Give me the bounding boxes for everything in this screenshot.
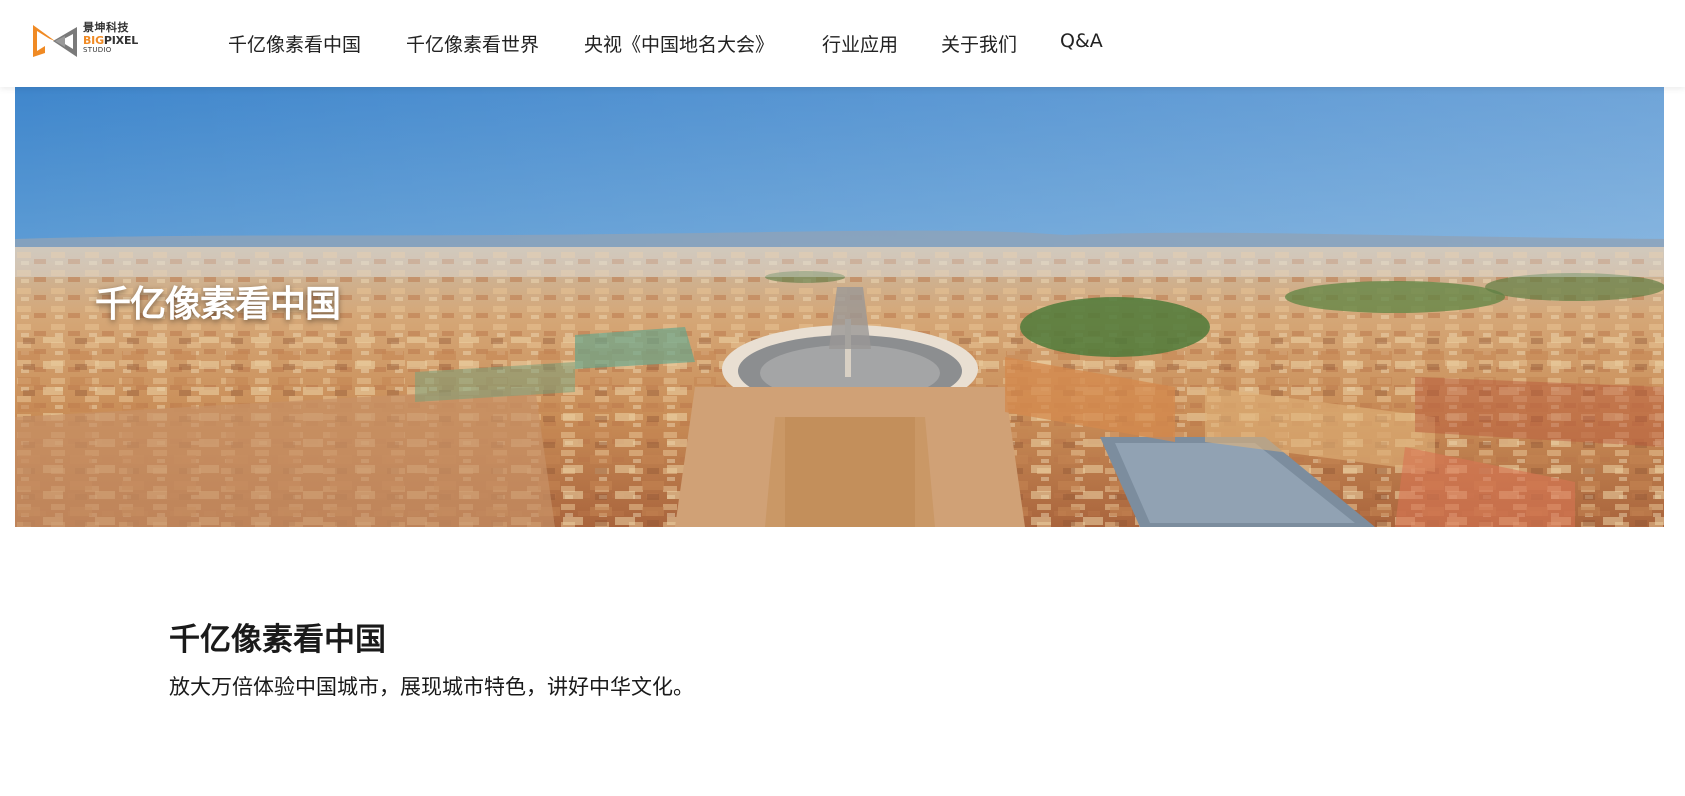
nav-item-china[interactable]: 千亿像素看中国 (228, 30, 361, 57)
logo-name-cn: 景坤科技 (83, 21, 129, 34)
section-description: 放大万倍体验中国城市，展现城市特色，讲好中华文化。 (169, 675, 694, 699)
banner-title: 千亿像素看中国 (95, 284, 341, 325)
section-title: 千亿像素看中国 (169, 622, 386, 658)
logo-wordmark: 景坤科技 BIGPIXEL STUDIO (83, 22, 145, 54)
logo-name-en: BIGPIXEL (83, 35, 145, 46)
nav-item-industry[interactable]: 行业应用 (822, 30, 898, 57)
nav-item-qa[interactable]: Q&A (1060, 30, 1103, 52)
logo-mark-icon (33, 25, 77, 57)
hero-banner[interactable]: 千亿像素看中国 (15, 87, 1664, 527)
nav-item-cctv[interactable]: 央视《中国地名大会》 (584, 30, 774, 57)
nav-item-world[interactable]: 千亿像素看世界 (406, 30, 539, 57)
brand-logo[interactable]: 景坤科技 BIGPIXEL STUDIO (33, 22, 143, 62)
nav-item-about[interactable]: 关于我们 (941, 30, 1017, 57)
site-header: 景坤科技 BIGPIXEL STUDIO 千亿像素看中国 千亿像素看世界 央视《… (0, 0, 1685, 87)
logo-name-sub: STUDIO (83, 46, 112, 54)
